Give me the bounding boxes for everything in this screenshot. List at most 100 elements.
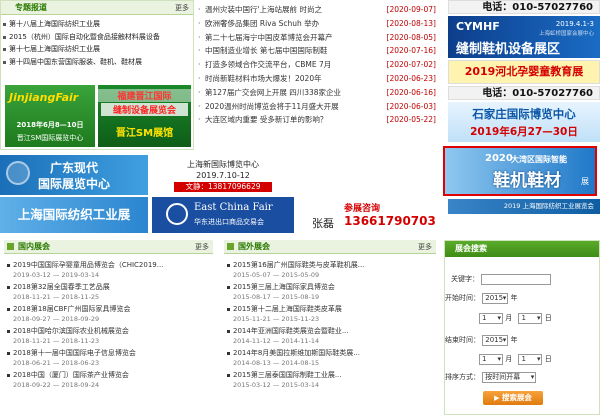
- keyword-row: 关键字：: [451, 273, 552, 285]
- gd-logo-icon: [6, 161, 30, 185]
- news-item[interactable]: 第127届广交会网上开展 四川338家企业[2020-06-16]: [198, 85, 436, 100]
- list-item[interactable]: 2018第十一届中国国际电子信息博览会 2018-06-21 — 2018-06-…: [4, 348, 213, 370]
- contact-banner-1[interactable]: 电话：010-57027760: [448, 0, 600, 14]
- year-unit: 年: [510, 294, 518, 302]
- contact-phone-2: 电话：010-57027760: [482, 88, 593, 99]
- news-item[interactable]: 中国制造业增长 第七届中国国际制鞋[2020-07-16]: [198, 44, 436, 59]
- day-unit: 日: [544, 355, 552, 363]
- gba-sub-banner[interactable]: 2019 上海国际纺织工业展览会: [448, 199, 600, 214]
- fair-search-header: 展会搜索: [445, 241, 599, 257]
- list-item[interactable]: 2018第32届全国春季工艺品展 2018-11-21 — 2018-11-25: [4, 282, 213, 304]
- start-day-select[interactable]: 1: [518, 312, 543, 324]
- news-list: 温州灾装中国行'上海站展前 时尚之[2020-09-07] 欧洲奢侈品集团 Ri…: [198, 3, 436, 128]
- list-item[interactable]: 2019中国国际孕婴童用品博览会（CHIC2019... 2019-03-12 —…: [4, 260, 213, 282]
- list-item[interactable]: 2015第16届广州国际鞋类与皮革鞋机展... 2015-05-07 — 2015…: [224, 260, 436, 282]
- list-item[interactable]: 2018中国（厦门）国际茶产业博览会 2018-09-22 — 2018-09-2…: [4, 370, 213, 392]
- special-reports-panel: 专题报道 更多 第十八届上海国际纺织工业展 2015（杭州）国际自动化暨食品接触…: [0, 0, 194, 150]
- end-day-select[interactable]: 1: [518, 353, 543, 365]
- news-item[interactable]: 打造多领域合作交流平台，CBME 7月[2020-07-02]: [198, 58, 436, 72]
- list-item[interactable]: 2018第18届CBF广州国际家具博览会 2018-09-27 — 2018-09…: [4, 304, 213, 326]
- gba-main: 鞋机鞋材: [493, 171, 561, 191]
- foreign-fairs-title: 国外展会: [238, 242, 270, 251]
- start-month-row: 1 月 1 日: [479, 312, 552, 324]
- domestic-fairs-list: 2019中国国际孕婴童用品博览会（CHIC2019... 2019-03-12 —…: [4, 260, 213, 392]
- keyword-input[interactable]: [481, 273, 552, 285]
- end-year-select[interactable]: 2015: [482, 334, 509, 346]
- month-unit: 月: [505, 314, 513, 322]
- list-item[interactable]: 2015（杭州）国际自动化暨食品接触材料展设备: [1, 31, 193, 44]
- sort-row: 排序方式： 按时间开幕: [445, 371, 537, 383]
- jinjiang-sewing-venue: 晋江SM展馆: [115, 128, 174, 139]
- cymhf-title: 缝制鞋机设备展区: [456, 42, 561, 57]
- news-item[interactable]: 时尚新鞋材料市场大爆发！2020年[2020-06-23]: [198, 71, 436, 86]
- day-unit: 日: [544, 314, 552, 322]
- sewing-machinery-banner[interactable]: CYMHF 2019.4.1-3 上海虹桥国家会展中心 缝制鞋机设备展区: [448, 16, 600, 58]
- cymhf-venue: 上海虹桥国家会展中心: [538, 31, 594, 37]
- end-year-row: 结束时间： 2015 年: [445, 334, 517, 346]
- list-item[interactable]: 2014年亚洲国际鞋类展览会暨鞋业... 2014-11-12 — 2014-11…: [224, 326, 436, 348]
- sort-select[interactable]: 按时间开幕: [482, 371, 537, 383]
- domestic-fairs-panel: 国内展会 更多 2019中国国际孕婴童用品博览会（CHIC2019... 2019…: [4, 240, 213, 415]
- list-item[interactable]: 2014年8月美国拉斯维加斯国际鞋类展... 2014-08-13 — 2014-…: [224, 348, 436, 370]
- shanghai-textile-banner[interactable]: 上海国际纺织工业展: [0, 197, 148, 233]
- cymhf-date: 2019.4.1-3: [555, 20, 594, 28]
- shanghai-center-banner[interactable]: 上海新国际博览中心 2019.7.10-12 文静：13817096629: [152, 155, 294, 195]
- domestic-fairs-title: 国内展会: [18, 242, 50, 251]
- foreign-fairs-panel: 国外展会 更多 2015第16届广州国际鞋类与皮革鞋机展... 2015-05-0…: [224, 240, 436, 415]
- foreign-fairs-list: 2015第16届广州国际鞋类与皮革鞋机展... 2015-05-07 — 2015…: [224, 260, 436, 392]
- jinjiang-sewing-banner[interactable]: 福建晋江国际 缝制设备展览会 晋江SM展馆: [98, 85, 191, 147]
- east-china-fair-banner[interactable]: East China Fair 华东进出口商品交易会: [152, 197, 294, 233]
- consult-title: 参展咨询: [344, 204, 381, 214]
- end-label: 结束时间：: [445, 336, 480, 344]
- news-item[interactable]: 第二十七届海宁中国皮革博览会开幕产[2020-08-05]: [198, 30, 436, 45]
- special-reports-more-link[interactable]: 更多: [175, 1, 189, 15]
- list-item[interactable]: 第十四届中国东营国际服装、鞋机、鞋材展: [1, 56, 193, 69]
- gba-suffix: 展: [581, 177, 589, 186]
- list-item[interactable]: 2015第十二届上海国际鞋类皮革展 2015-11-21 — 2015-11-23: [224, 304, 436, 326]
- sh-center-title: 上海新国际博览中心: [187, 160, 259, 169]
- list-item[interactable]: 第十八届上海国际纺织工业展: [1, 18, 193, 31]
- contact-phone: 电话：010-57027760: [482, 2, 593, 13]
- news-item[interactable]: 大连区域内重要 受多新订单的影响？[2020-05-22]: [198, 113, 436, 128]
- search-submit-label: 搜索展会: [501, 393, 532, 402]
- list-item[interactable]: 2015第三届上海国际家具博览会 2015-08-17 — 2015-08-19: [224, 282, 436, 304]
- shijiazhuang-banner[interactable]: 石家庄国际博览中心 2019年6月27—30日: [448, 102, 600, 142]
- list-item[interactable]: 2015第三届泰国国际制鞋工业展... 2015-03-12 — 2015-03-…: [224, 370, 436, 392]
- start-label: 开始时间：: [445, 294, 480, 302]
- jinjiang-fair-logo: JinjiangFair: [9, 91, 79, 104]
- gba-bottom-text: 2019 上海国际纺织工业展览会: [503, 202, 594, 210]
- gd-title-1: 广东现代: [50, 161, 99, 175]
- news-item[interactable]: 欧洲奢侈品集团 Riva Schuh 举办[2020-08-13]: [198, 16, 436, 31]
- gd-title-2: 国际展览中心: [38, 177, 111, 191]
- gba-title: 大湾区国际智能: [511, 155, 567, 164]
- start-month-select[interactable]: 1: [479, 312, 503, 324]
- baby-expo-title: 2019河北孕婴童教育展: [464, 65, 584, 78]
- start-year-select[interactable]: 2015: [482, 292, 509, 304]
- exhibit-consult-banner[interactable]: 参展咨询 张磊 13661790703: [298, 197, 440, 233]
- news-item[interactable]: 温州灾装中国行'上海站展前 时尚之[2020-09-07]: [198, 3, 436, 17]
- end-month-select[interactable]: 1: [479, 353, 503, 365]
- list-item[interactable]: 第十七届上海国际纺织工业展: [1, 43, 193, 56]
- contact-banner-2[interactable]: 电话：010-57027760: [448, 86, 600, 100]
- fair-search-panel: 展会搜索 关键字： 开始时间： 2015 年 1 月 1 日 结束时间： 201…: [444, 240, 600, 415]
- guangdong-expo-banner[interactable]: 广东现代 国际展览中心: [0, 155, 148, 195]
- domestic-more-link[interactable]: 更多: [195, 240, 209, 254]
- news-item[interactable]: 2020温州时尚博览会将于11月盛大开展[2020-06-03]: [198, 99, 436, 114]
- folder-icon: [7, 243, 14, 250]
- baby-expo-banner[interactable]: 2019河北孕婴童教育展: [448, 60, 600, 84]
- jinjiang-sewing-line1: 福建晋江国际: [98, 89, 191, 102]
- jinjiang-fair-banner[interactable]: JinjiangFair 2018年6月8—10日 晋江SM国际展览中心: [5, 85, 95, 147]
- end-month-row: 1 月 1 日: [479, 353, 552, 365]
- search-submit-button[interactable]: ▶ 搜索展会: [483, 391, 543, 405]
- list-item[interactable]: 2018中国哈尔滨国际农业机械展览会 2018-11-21 — 2018-11-2…: [4, 326, 213, 348]
- foreign-more-link[interactable]: 更多: [418, 240, 432, 254]
- jinjiang-fair-venue: 晋江SM国际展览中心: [16, 134, 84, 142]
- ecf-title: East China Fair: [194, 202, 273, 213]
- cymhf-logo: CYMHF: [456, 20, 500, 33]
- sort-label: 排序方式：: [445, 373, 480, 381]
- keyword-label: 关键字：: [451, 275, 479, 283]
- greater-bay-area-banner[interactable]: 2020 大湾区国际智能 鞋机鞋材 展: [443, 146, 597, 196]
- month-unit: 月: [505, 355, 513, 363]
- jinjiang-fair-date: 2018年6月8—10日: [16, 121, 84, 129]
- special-reports-title: 专题报道: [15, 3, 47, 12]
